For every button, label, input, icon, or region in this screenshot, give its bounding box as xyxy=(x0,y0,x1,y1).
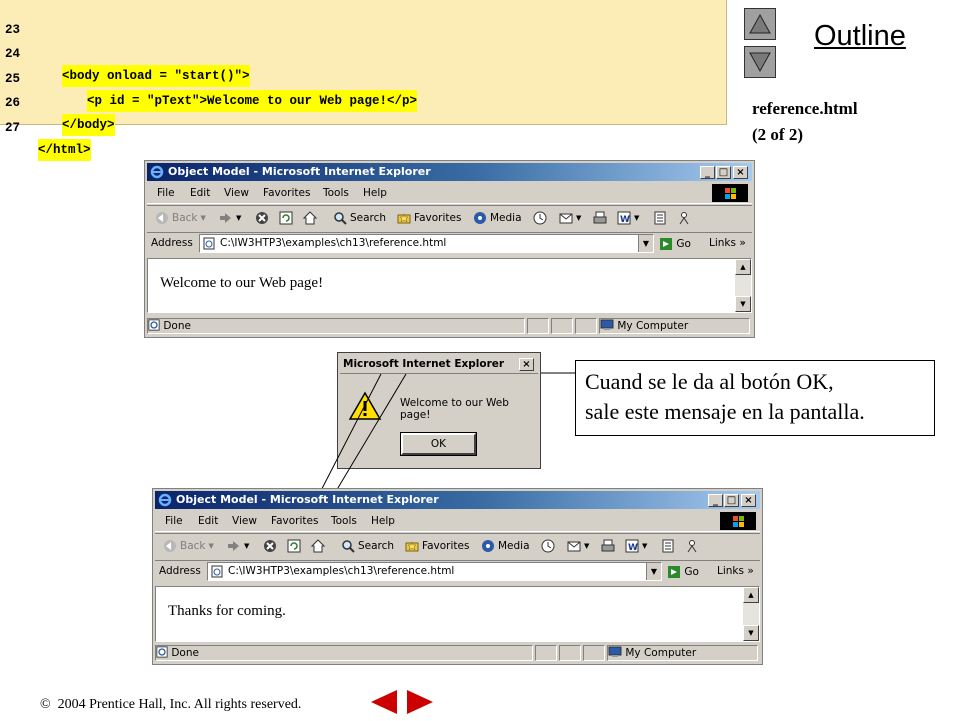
zone-cell: My Computer xyxy=(607,645,758,661)
mail-icon xyxy=(567,541,581,552)
home-button[interactable] xyxy=(311,539,325,553)
links-button[interactable]: Links » xyxy=(717,565,754,577)
forward-button[interactable]: ▼ xyxy=(227,539,249,553)
page-done-icon xyxy=(156,646,168,658)
media-label: Media xyxy=(498,540,530,552)
menu-tools[interactable]: Tools xyxy=(331,515,357,527)
media-button[interactable]: Media xyxy=(481,539,530,553)
vertical-scrollbar[interactable]: ▲ ▼ xyxy=(743,587,759,641)
mail-button[interactable]: ▼ xyxy=(567,539,589,553)
messenger-button[interactable] xyxy=(685,539,699,553)
page-icon xyxy=(211,565,223,578)
history-button[interactable] xyxy=(541,539,555,553)
status-cell xyxy=(559,645,581,661)
favorites-folder-icon xyxy=(405,541,419,552)
address-input[interactable]: C:\IW3HTP3\examples\ch13\reference.html … xyxy=(207,562,662,581)
address-text: C:\IW3HTP3\examples\ch13\reference.html xyxy=(228,565,455,577)
copyright: © 2004 Prentice Hall, Inc. All rights re… xyxy=(40,697,301,713)
media-icon xyxy=(482,540,494,552)
forward-arrow-icon xyxy=(228,541,239,551)
my-computer-icon xyxy=(608,646,622,657)
nav-arrows xyxy=(367,688,437,716)
minimize-button[interactable]: _ xyxy=(708,494,723,507)
browser-window-bottom: Object Model - Microsoft Internet Explor… xyxy=(152,488,763,665)
page-text: Thanks for coming. xyxy=(168,603,286,619)
home-icon xyxy=(311,539,325,553)
window-title: Object Model - Microsoft Internet Explor… xyxy=(176,493,439,506)
menu-file[interactable]: File xyxy=(165,515,183,527)
status-cell xyxy=(583,645,605,661)
scroll-up-arrow-icon[interactable]: ▲ xyxy=(743,587,759,603)
go-arrow-icon xyxy=(668,566,680,578)
scroll-down-arrow-icon[interactable]: ▼ xyxy=(743,625,759,641)
zone-text: My Computer xyxy=(625,647,697,659)
status-bar: Done My Computer xyxy=(155,644,760,662)
back-button[interactable]: Back ▼ xyxy=(163,539,214,553)
edit-button[interactable]: W ▼ xyxy=(625,539,647,553)
address-dropdown-button[interactable]: ▼ xyxy=(646,563,661,580)
search-icon xyxy=(342,540,355,553)
word-edit-icon: W xyxy=(625,539,639,553)
go-label: Go xyxy=(684,566,699,578)
page-content: Thanks for coming. ▲ ▼ xyxy=(155,586,760,642)
status-cell xyxy=(535,645,557,661)
status-text: Done xyxy=(171,647,199,659)
close-button[interactable]: × xyxy=(741,494,756,507)
stop-icon xyxy=(264,540,276,552)
toolbar: Back ▼ ▼ Search Favorites Media ▼ W ▼ xyxy=(155,533,760,561)
stop-button[interactable] xyxy=(263,539,277,553)
windows-logo-icon xyxy=(720,512,756,530)
back-label: Back xyxy=(180,540,206,552)
menu-view[interactable]: View xyxy=(232,515,257,527)
favorites-button[interactable]: Favorites xyxy=(405,539,469,553)
svg-text:W: W xyxy=(628,543,638,553)
refresh-icon xyxy=(287,539,301,553)
messenger-icon xyxy=(687,540,697,553)
maximize-button[interactable]: □ xyxy=(724,494,739,507)
links-label: Links xyxy=(717,565,744,577)
go-button[interactable]: Go xyxy=(667,565,699,579)
back-arrow-icon xyxy=(164,540,176,552)
status-cell: Done xyxy=(155,645,533,661)
copyright-symbol: © xyxy=(40,697,51,712)
menu-help[interactable]: Help xyxy=(371,515,395,527)
address-bar: Address C:\IW3HTP3\examples\ch13\referen… xyxy=(155,560,760,584)
menu-favorites[interactable]: Favorites xyxy=(271,515,318,527)
print-icon xyxy=(601,539,615,552)
menu-bar: File Edit View Favorites Tools Help xyxy=(155,511,760,532)
copyright-text: 2004 Prentice Hall, Inc. All rights rese… xyxy=(57,697,302,712)
address-label: Address xyxy=(159,565,201,577)
history-icon xyxy=(541,539,555,553)
favorites-label: Favorites xyxy=(422,540,470,552)
links-more-icon: » xyxy=(747,565,754,577)
window-titlebar: Object Model - Microsoft Internet Explor… xyxy=(155,491,760,509)
discuss-button[interactable] xyxy=(661,539,675,553)
discuss-icon xyxy=(662,539,674,553)
refresh-button[interactable] xyxy=(287,539,301,553)
search-label: Search xyxy=(358,540,395,552)
menu-edit[interactable]: Edit xyxy=(198,515,218,527)
ie-icon xyxy=(158,493,172,507)
print-button[interactable] xyxy=(601,539,615,553)
search-button[interactable]: Search xyxy=(341,539,394,553)
